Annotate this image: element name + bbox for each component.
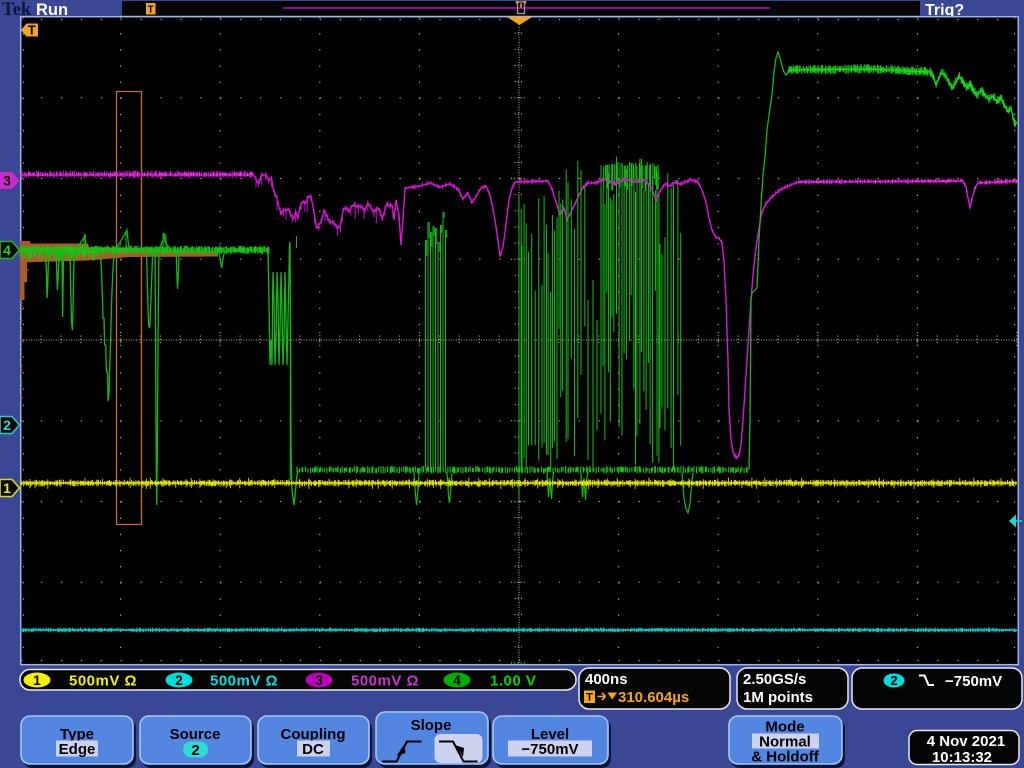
svg-text:T: T bbox=[148, 5, 154, 16]
svg-text:3: 3 bbox=[315, 673, 323, 688]
svg-text:Edge: Edge bbox=[59, 741, 96, 758]
svg-text:2: 2 bbox=[3, 417, 11, 433]
svg-text:500mV Ω: 500mV Ω bbox=[210, 673, 278, 690]
svg-text:2: 2 bbox=[191, 742, 199, 759]
svg-text:4: 4 bbox=[453, 673, 461, 688]
svg-text:10:13:32: 10:13:32 bbox=[932, 749, 992, 766]
svg-text:1.00 V: 1.00 V bbox=[490, 673, 536, 690]
svg-text:2: 2 bbox=[890, 673, 897, 688]
svg-text:2: 2 bbox=[175, 673, 183, 688]
svg-text:& Holdoff: & Holdoff bbox=[751, 749, 819, 766]
svg-text:−750mV: −750mV bbox=[521, 741, 578, 758]
svg-text:Slope: Slope bbox=[411, 717, 452, 734]
svg-text:DC: DC bbox=[302, 741, 324, 758]
svg-text:−750mV: −750mV bbox=[945, 673, 1002, 690]
svg-text:310.604µs: 310.604µs bbox=[618, 689, 689, 706]
svg-text:1: 1 bbox=[3, 480, 11, 496]
svg-text:500mV Ω: 500mV Ω bbox=[351, 673, 419, 690]
svg-text:500mV Ω: 500mV Ω bbox=[69, 673, 137, 690]
svg-text:4 Nov 2021: 4 Nov 2021 bbox=[927, 733, 1005, 750]
svg-text:4: 4 bbox=[3, 242, 11, 258]
svg-text:T: T bbox=[28, 23, 36, 38]
svg-text:2.50GS/s: 2.50GS/s bbox=[743, 671, 806, 688]
svg-text:3: 3 bbox=[3, 173, 11, 189]
svg-text:1: 1 bbox=[33, 673, 41, 688]
svg-text:1M points: 1M points bbox=[743, 689, 813, 706]
svg-text:Source: Source bbox=[170, 726, 221, 743]
svg-text:T: T bbox=[586, 692, 593, 704]
svg-text:400ns: 400ns bbox=[585, 671, 628, 688]
